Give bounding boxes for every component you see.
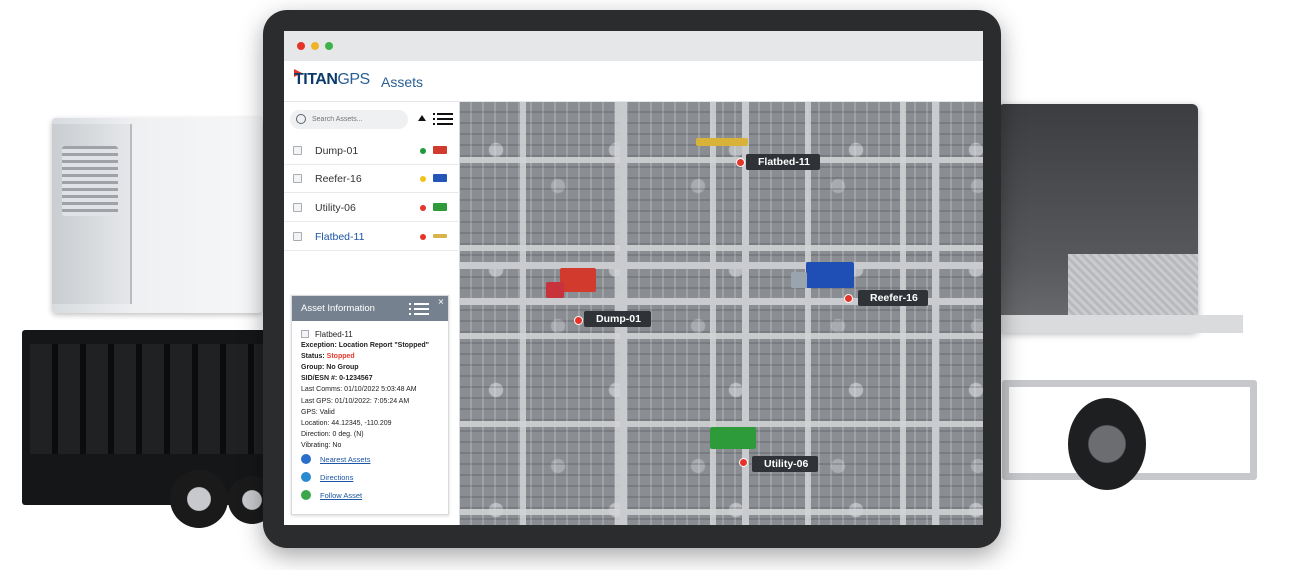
asset-checkbox[interactable] [293, 146, 302, 155]
dump-trailer-image [22, 330, 276, 528]
asset-checkbox[interactable] [301, 330, 309, 338]
window-titlebar [284, 31, 983, 61]
info-last-gps: Last GPS: 01/10/2022: 7:05:24 AM [301, 397, 410, 405]
info-panel-title: Asset Information [301, 303, 375, 314]
asset-name: Reefer-16 [315, 173, 362, 185]
asset-name: Flatbed-11 [315, 231, 365, 243]
status-green-dot [420, 148, 426, 154]
search-input[interactable] [312, 112, 402, 127]
asset-checkbox[interactable] [293, 174, 302, 183]
search-box[interactable] [290, 110, 408, 129]
status-value: Stopped [326, 353, 355, 361]
location-pin[interactable] [739, 458, 748, 467]
brand-logo: TITANGPS [294, 71, 370, 89]
truck-cab [791, 272, 807, 288]
info-panel-body: Flatbed-11 Exception: Location Report "S… [301, 329, 446, 505]
asset-sidebar: Dump-01 Reefer-16 Utility-06 Flatbed-11 [284, 102, 460, 525]
follow-asset-link[interactable]: Follow Asset [301, 488, 446, 505]
sort-up-icon[interactable] [418, 115, 426, 121]
menu-icon[interactable] [409, 303, 429, 315]
asset-info-panel: Asset Information × Flatbed-11 Exception… [291, 295, 449, 515]
reefer-unit [52, 124, 132, 304]
maximize-dot[interactable] [325, 42, 333, 50]
directions-link[interactable]: Directions [301, 470, 446, 487]
info-status: Status: Stopped [301, 351, 446, 362]
list-view-icon[interactable] [433, 112, 453, 125]
link-label: Follow Asset [320, 491, 363, 501]
info-sid: SID/ESN #: 0-1234567 [301, 375, 373, 383]
info-direction: Direction: 0 deg. (N) [301, 430, 364, 438]
truck-cab [546, 282, 564, 298]
info-location: Location: 44.12345, -110.209 [301, 419, 392, 427]
status-red-dot [420, 205, 426, 211]
product-hero: TITANGPS Assets Dump-01 [0, 0, 1300, 570]
info-asset-name: Flatbed-11 [315, 330, 353, 339]
brand-main: TITAN [294, 71, 338, 88]
dump-trailer-ribs [30, 344, 265, 454]
utility-trailer-marker-icon[interactable] [710, 427, 756, 449]
app-header: TITANGPS Assets [284, 61, 983, 102]
page-title: Assets [381, 74, 424, 90]
map-road [932, 102, 939, 525]
close-dot[interactable] [297, 42, 305, 50]
asset-name: Utility-06 [315, 202, 356, 214]
reefer-truck-marker-icon[interactable] [806, 262, 854, 288]
location-pin[interactable] [574, 316, 583, 325]
asset-checkbox[interactable] [293, 203, 302, 212]
info-last-comms: Last Comms: 01/10/2022 5:03:48 AM [301, 386, 417, 394]
flatbed-trailer-icon [433, 234, 447, 238]
link-label: Directions [320, 473, 354, 483]
map-label-utility-06[interactable]: Utility-06 [752, 456, 819, 472]
nearest-assets-link[interactable]: Nearest Assets [301, 452, 446, 469]
utility-trailer-icon [433, 203, 447, 211]
status-yellow-dot [420, 176, 426, 182]
location-pin[interactable] [844, 294, 853, 303]
reefer-truck-icon [433, 174, 447, 182]
dump-truck-marker-icon[interactable] [560, 268, 596, 292]
enclosed-trailer-image [998, 104, 1198, 332]
minimize-dot[interactable] [311, 42, 319, 50]
enclosed-trailer-base [998, 315, 1243, 333]
map-road [460, 262, 983, 269]
directions-icon [301, 472, 311, 483]
location-pin[interactable] [736, 158, 745, 167]
asset-row-dump-01[interactable]: Dump-01 [284, 137, 460, 165]
nearest-assets-icon [301, 454, 311, 465]
trailer-wheel [1068, 398, 1146, 490]
asset-row-reefer-16[interactable]: Reefer-16 [284, 165, 460, 193]
reefer-trailer-image [52, 118, 262, 313]
link-label: Nearest Assets [320, 455, 371, 465]
follow-asset-icon [301, 490, 311, 501]
map-label-reefer-16[interactable]: Reefer-16 [858, 290, 928, 306]
info-group: Group: No Group [301, 364, 359, 372]
info-panel-header: Asset Information × [292, 296, 448, 321]
info-asset-row: Flatbed-11 [301, 329, 446, 340]
status-label: Status: [301, 353, 327, 361]
search-icon [296, 114, 306, 124]
brand-suffix: GPS [337, 71, 370, 88]
app-screen: TITANGPS Assets Dump-01 [284, 31, 983, 525]
map-label-flatbed-11[interactable]: Flatbed-11 [746, 154, 820, 170]
status-red-dot [420, 234, 426, 240]
dump-truck-icon [433, 146, 447, 154]
info-gps: GPS: Valid [301, 408, 335, 416]
reefer-vents [62, 146, 118, 216]
trailer-wheel [170, 470, 228, 528]
info-exception: Exception: Location Report "Stopped" [301, 342, 429, 350]
map-label-dump-01[interactable]: Dump-01 [584, 311, 651, 327]
satellite-map[interactable]: Flatbed-11 Reefer-16 Dump-01 Utility-06 [460, 102, 983, 525]
asset-row-flatbed-11[interactable]: Flatbed-11 [284, 223, 460, 251]
asset-row-utility-06[interactable]: Utility-06 [284, 194, 460, 222]
asset-name: Dump-01 [315, 145, 359, 157]
info-vibrating: Vibrating: No [301, 441, 342, 449]
close-icon[interactable]: × [438, 297, 444, 308]
asset-checkbox[interactable] [293, 232, 302, 241]
flatbed-trailer-marker-icon[interactable] [696, 138, 748, 146]
